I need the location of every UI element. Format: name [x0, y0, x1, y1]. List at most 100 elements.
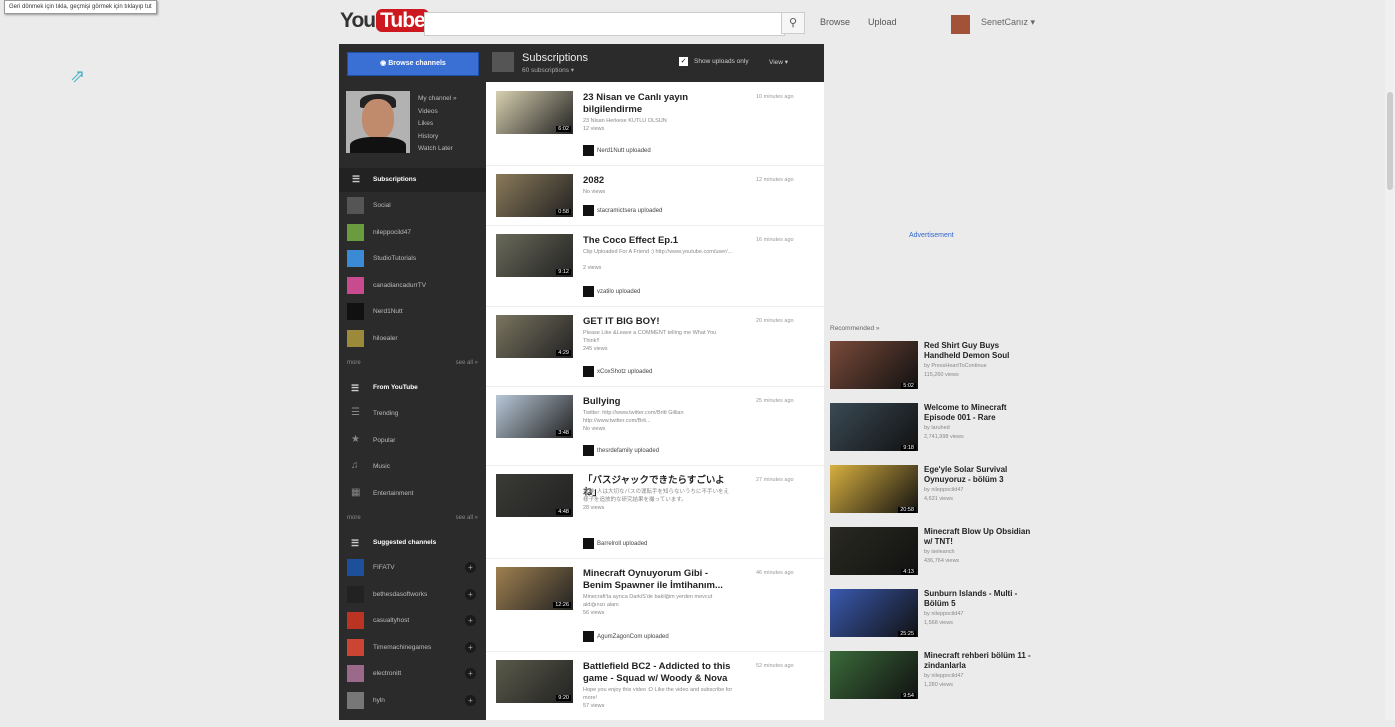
youtube-logo[interactable]: You Tube — [340, 9, 429, 33]
page-scrollbar[interactable] — [1385, 0, 1395, 720]
video-channel[interactable]: by nileppocild47 — [924, 672, 963, 681]
subscribe-plus-icon[interactable]: + — [465, 588, 476, 600]
uploader-row[interactable]: Barrelroll uploaded — [583, 538, 647, 549]
guide-youtube-item[interactable]: ★ Popular — [339, 429, 486, 453]
channel-icon — [347, 223, 364, 241]
guide-subscription-item[interactable]: Social — [339, 194, 486, 218]
video-channel[interactable]: by laruhed — [924, 424, 964, 433]
guide-youtube-item[interactable]: ☰ Trending — [339, 402, 486, 426]
avatar[interactable] — [951, 15, 970, 34]
video-title[interactable]: Minecraft Blow Up Obsidian w/ TNT! — [924, 527, 1036, 547]
recommended-item[interactable]: 4:13 Minecraft Blow Up Obsidian w/ TNT! by… — [830, 527, 1040, 583]
guide-suggested-item[interactable]: electronitt + — [339, 662, 486, 686]
likes-link[interactable]: Likes — [418, 118, 457, 131]
browse-channels-button[interactable]: ◉ Browse channels — [347, 52, 479, 76]
see-all-link[interactable]: see all » — [456, 360, 478, 366]
video-title[interactable]: The Coco Effect Ep.1 — [583, 235, 733, 247]
from-youtube-more-row: more see all » — [347, 515, 478, 521]
more-link[interactable]: more — [347, 360, 361, 366]
guide-subscription-item[interactable]: StudioTutorials — [339, 247, 486, 271]
recommended-item[interactable]: 5:02 Red Shirt Guy Buys Handheld Demon So… — [830, 341, 1040, 397]
subscribe-plus-icon[interactable]: + — [465, 615, 476, 626]
watch-later-link[interactable]: Watch Later — [418, 143, 457, 156]
subscription-count[interactable]: 60 subscriptions ▾ — [522, 66, 574, 74]
video-channel[interactable]: by nileppocild47 — [924, 486, 963, 495]
cursor-icon: ⇗ — [70, 66, 86, 86]
video-title[interactable]: GET IT BIG BOY! — [583, 316, 733, 328]
video-thumbnail[interactable]: 4:29 — [496, 315, 573, 358]
recommended-header[interactable]: Recommended » — [830, 325, 880, 332]
user-menu[interactable]: SenetCanız ▾ — [981, 17, 1035, 28]
video-channel[interactable]: by nileppocild47 — [924, 610, 963, 619]
guide-sidebar: ◉ Browse channels My channel » Videos Li… — [339, 44, 488, 720]
recommended-item[interactable]: 9:18 Welcome to Minecraft Episode 001 - R… — [830, 403, 1040, 459]
see-all-link[interactable]: see all » — [456, 515, 478, 521]
video-title[interactable]: Welcome to Minecraft Episode 001 - Rare — [924, 403, 1036, 423]
video-thumbnail[interactable] — [830, 527, 918, 575]
video-title[interactable]: 23 Nisan ve Canlı yayın bilgilendirme — [583, 92, 733, 116]
video-thumbnail[interactable] — [830, 403, 918, 451]
video-thumbnail[interactable]: 0:58 — [496, 174, 573, 217]
guide-subscriptions[interactable]: ☰ Subscriptions — [339, 168, 488, 192]
guide-youtube-item[interactable]: ♫ Music — [339, 455, 486, 479]
video-title[interactable]: Red Shirt Guy Buys Handheld Demon Soul — [924, 341, 1036, 361]
video-channel[interactable]: by iseleanch — [924, 548, 959, 557]
video-title[interactable]: Minecraft rehberi bölüm 11 - zindanlarla — [924, 651, 1036, 671]
video-title[interactable]: Bullying — [583, 396, 733, 408]
video-title[interactable]: Ege'yle Solar Survival Oynuyoruz - bölüm… — [924, 465, 1036, 485]
subscribe-plus-icon[interactable]: + — [465, 562, 476, 573]
guide-suggested-item[interactable]: Timemachinegames + — [339, 636, 486, 660]
video-title[interactable]: Sunburn Islands - Multi - Bölüm 5 — [924, 589, 1036, 609]
video-thumbnail[interactable]: 6:02 — [496, 91, 573, 134]
video-thumbnail[interactable]: 12:26 — [496, 567, 573, 610]
section-from-youtube[interactable]: ☰ From YouTube — [339, 377, 486, 399]
scrollbar-thumb[interactable] — [1387, 92, 1393, 190]
video-title[interactable]: Minecraft Oynuyorum Gibi - Benim Spawner… — [583, 568, 733, 592]
videos-link[interactable]: Videos — [418, 106, 457, 119]
guide-subscription-item[interactable]: nileppocild47 — [339, 221, 486, 245]
my-channel-link[interactable]: My channel » — [418, 93, 457, 106]
guide-subscription-item[interactable]: Nerd1Nutt — [339, 300, 486, 324]
video-thumbnail[interactable] — [830, 465, 918, 513]
show-uploads-checkbox[interactable]: ✓ — [679, 57, 688, 66]
profile-picture[interactable] — [346, 91, 410, 153]
subscribe-plus-icon[interactable]: + — [465, 668, 476, 679]
video-title[interactable]: 2082 — [583, 175, 733, 187]
upload-link[interactable]: Upload — [868, 17, 897, 27]
uploader-row[interactable]: stacramictsera uploaded — [583, 205, 662, 216]
view-dropdown[interactable]: View ▾ — [769, 58, 788, 66]
guide-suggested-item[interactable]: casualtyhost + — [339, 609, 486, 633]
browse-link[interactable]: Browse — [820, 17, 850, 27]
uploader-row[interactable]: xCoxShotz uploaded — [583, 366, 652, 377]
video-thumbnail[interactable]: 3:48 — [496, 395, 573, 438]
guide-suggested-item[interactable]: FIFATV + — [339, 556, 486, 580]
recommended-item[interactable]: 25:25 Sunburn Islands - Multi - Bölüm 5 by… — [830, 589, 1040, 645]
video-thumbnail[interactable] — [830, 341, 918, 389]
history-link[interactable]: History — [418, 131, 457, 144]
section-suggested-channels[interactable]: ☰ Suggested channels — [339, 532, 486, 554]
guide-subscription-item[interactable]: hiloealer — [339, 327, 486, 351]
uploader-row[interactable]: vzatilo uploaded — [583, 286, 640, 297]
video-thumbnail[interactable]: 9:20 — [496, 660, 573, 703]
recommended-item[interactable]: 9:54 Minecraft rehberi bölüm 11 - zindanl… — [830, 651, 1040, 707]
video-thumbnail[interactable] — [830, 589, 918, 637]
search-button[interactable]: ⚲ — [781, 12, 805, 34]
video-thumbnail[interactable]: 4:48 — [496, 474, 573, 517]
search-input[interactable] — [424, 12, 785, 36]
video-channel[interactable]: by PressHeartToContinue — [924, 362, 987, 371]
video-thumbnail[interactable]: 9:12 — [496, 234, 573, 277]
video-title[interactable]: Battlefield BC2 - Addicted to this game … — [583, 661, 733, 685]
video-time: 27 minutes ago — [756, 477, 794, 483]
uploader-row[interactable]: Nerd1Nutt uploaded — [583, 145, 651, 156]
guide-suggested-item[interactable]: hyln + — [339, 689, 486, 713]
more-link[interactable]: more — [347, 515, 361, 521]
recommended-item[interactable]: 20:58 Ege'yle Solar Survival Oynuyoruz - … — [830, 465, 1040, 521]
guide-suggested-item[interactable]: bethesdasoftworks + — [339, 583, 486, 607]
video-thumbnail[interactable] — [830, 651, 918, 699]
guide-youtube-item[interactable]: ▦ Entertainment — [339, 482, 486, 506]
uploader-row[interactable]: thesrdefamily uploaded — [583, 445, 659, 456]
subscribe-plus-icon[interactable]: + — [465, 641, 476, 653]
guide-subscription-item[interactable]: canadiancadurrTV — [339, 274, 486, 298]
uploader-row[interactable]: AgumZagonCom uploaded — [583, 631, 669, 642]
subscribe-plus-icon[interactable]: + — [465, 694, 476, 706]
